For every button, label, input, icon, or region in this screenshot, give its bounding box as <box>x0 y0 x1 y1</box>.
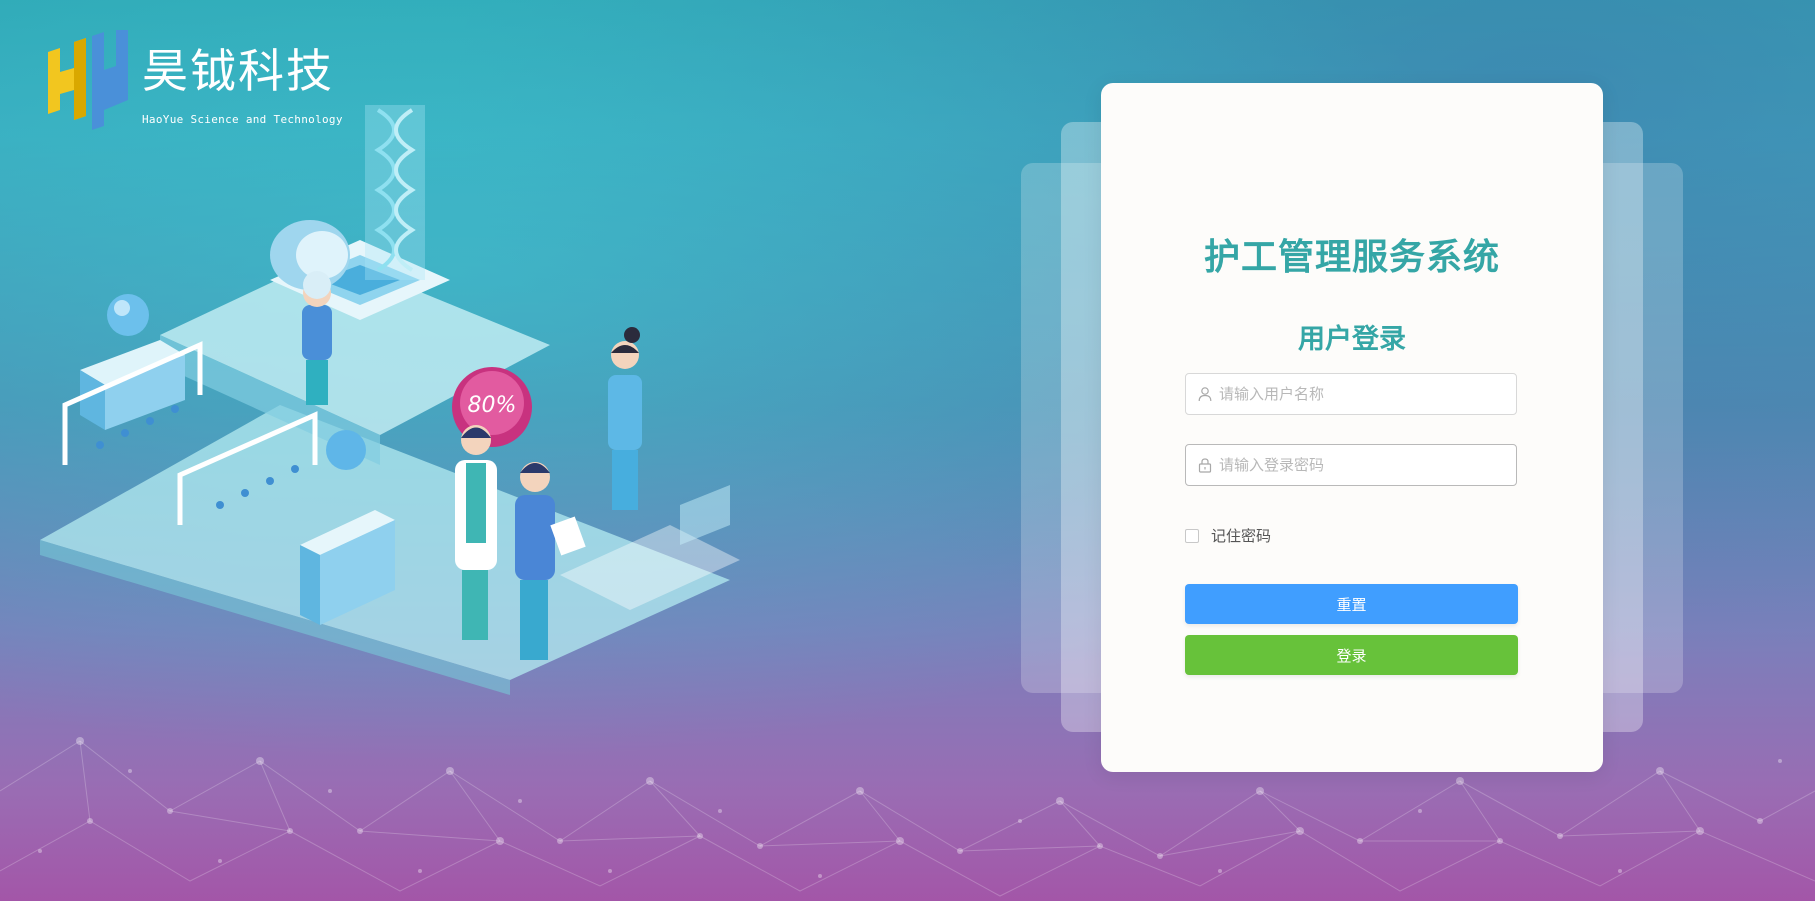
progress-badge-text: 80% <box>468 393 517 418</box>
login-card: 护工管理服务系统 用户登录 记住密码 重置 登录 <box>1101 83 1603 772</box>
system-title: 护工管理服务系统 <box>1203 237 1500 278</box>
username-field[interactable] <box>1185 373 1517 415</box>
company-name: 昊钺科技 <box>142 44 334 98</box>
medical-illustration: 80% <box>40 105 740 695</box>
remember-password[interactable]: 记住密码 <box>1185 525 1271 546</box>
login-page: 昊钺科技 HaoYue Science and Technology 80% 护… <box>0 0 1815 901</box>
password-field[interactable] <box>1185 444 1517 486</box>
remember-password-checkbox[interactable] <box>1185 528 1199 543</box>
lock-icon <box>1198 458 1212 473</box>
login-form-title: 用户登录 <box>1298 324 1406 355</box>
remember-password-label: 记住密码 <box>1211 527 1272 545</box>
username-input[interactable] <box>1219 385 1499 403</box>
login-button[interactable]: 登录 <box>1185 635 1518 675</box>
reset-button[interactable]: 重置 <box>1185 584 1518 624</box>
password-input[interactable] <box>1219 456 1499 474</box>
user-icon <box>1198 387 1212 402</box>
